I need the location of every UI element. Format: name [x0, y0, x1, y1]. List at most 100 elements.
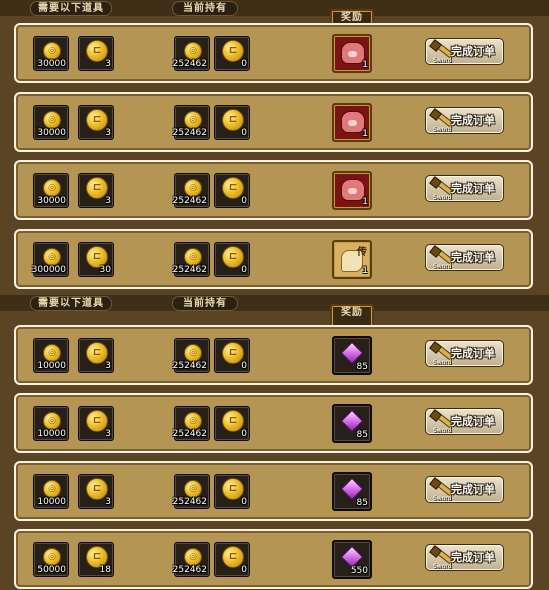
required-token-slot: ㄷ3 — [78, 338, 114, 373]
owned-gold-count: 252462 — [172, 429, 207, 439]
required-token-count: 3 — [105, 196, 111, 206]
button-sub-label: Sword — [433, 57, 452, 64]
gold-coin-icon: ◎ — [43, 412, 61, 430]
owned-gold-slot: ◎ 252462 — [173, 338, 210, 373]
required-gold-slot: ◎ 50000 — [33, 542, 69, 577]
owned-gold-slot: ◎ 252462 — [173, 542, 210, 577]
required-gold-slot: ◎ 30000 — [33, 36, 69, 71]
reward-slot[interactable]: 85 — [332, 336, 372, 375]
reward-slot[interactable]: 传1 — [332, 240, 372, 279]
required-gold-slot: ◎ 10000 — [33, 474, 69, 509]
required-token-count: 3 — [105, 361, 111, 371]
reward-count: 1 — [362, 266, 368, 276]
button-sub-label: Sword — [433, 359, 452, 366]
order-row: ◎ 50000 ㄷ 18 ◎ 252462 ㄷ0 550 完成订单 Sword — [14, 529, 533, 589]
button-sub-label: Sword — [433, 495, 452, 502]
reward-slot[interactable]: 1 — [332, 171, 372, 210]
gold-coin-icon: ◎ — [43, 548, 61, 566]
reward-slot[interactable]: 550 — [332, 540, 372, 579]
owned-token-slot: ㄷ0 — [214, 105, 250, 140]
owned-token-count: 0 — [241, 128, 247, 138]
header-owned-items: 当前持有 — [172, 296, 238, 311]
owned-token-slot: ㄷ0 — [214, 338, 250, 373]
complete-order-label: 完成订单 — [451, 347, 495, 360]
gold-coin-icon: ◎ — [43, 248, 61, 266]
order-row: ◎ 30000 ㄷ3 ◎ 252462 ㄷ0 1 完成订单 Sword — [14, 160, 533, 220]
required-token-slot: ㄷ3 — [78, 36, 114, 71]
required-token-slot: ㄷ 30 — [78, 242, 114, 277]
required-token-slot: ㄷ 18 — [78, 542, 114, 577]
gold-coin-icon: ◎ — [184, 111, 202, 129]
complete-order-label: 完成订单 — [451, 182, 495, 195]
required-gold-count: 10000 — [37, 361, 66, 371]
reward-count: 1 — [362, 197, 368, 207]
header-required-items: 需要以下道具 — [30, 1, 112, 16]
reward-count: 85 — [356, 430, 368, 440]
owned-gold-slot: ◎ 252462 — [172, 242, 210, 277]
required-gold-count: 30000 — [37, 59, 66, 69]
complete-order-button[interactable]: 完成订单 Sword — [425, 175, 504, 202]
owned-gold-slot: ◎ 252462 — [172, 173, 210, 208]
order-row: ◎ 30000 ㄷ3 ◎ 252462 ㄷ0 1 完成订单 Sword — [14, 92, 533, 152]
button-sub-label: Sword — [433, 263, 452, 270]
complete-order-button[interactable]: 完成订单 Sword — [425, 244, 504, 271]
complete-order-label: 完成订单 — [451, 415, 495, 428]
owned-gold-count: 252462 — [172, 265, 207, 275]
gold-coin-icon: ◎ — [184, 548, 202, 566]
order-row: ◎ 30000 ㄷ3 ◎ 252462 ㄷ0 1 完成订单 Sword — [14, 23, 533, 83]
button-sub-label: Sword — [433, 427, 452, 434]
complete-order-button[interactable]: 完成订单 Sword — [425, 38, 504, 65]
owned-token-count: 0 — [241, 429, 247, 439]
complete-order-button[interactable]: 完成订单 Sword — [425, 408, 504, 435]
order-row: ◎ 10000 ㄷ3 ◎ 252462 ㄷ0 85 完成订单 Sword — [14, 393, 533, 453]
required-gold-slot: ◎ 30000 — [33, 105, 69, 140]
owned-gold-count: 252462 — [172, 497, 207, 507]
owned-gold-slot: ◎ 252462 — [172, 474, 210, 509]
required-token-slot: ㄷ3 — [78, 105, 114, 140]
complete-order-button[interactable]: 完成订单 Sword — [425, 340, 504, 367]
owned-token-slot: ㄷ0 — [214, 542, 250, 577]
required-gold-count: 50000 — [37, 565, 66, 575]
required-token-count: 3 — [105, 59, 111, 69]
owned-token-slot: ㄷ0 — [214, 36, 250, 71]
header-required-items: 需要以下道具 — [30, 296, 112, 311]
button-sub-label: Sword — [433, 194, 452, 201]
reward-slot[interactable]: 1 — [332, 103, 372, 142]
required-token-count: 3 — [105, 497, 111, 507]
owned-gold-count: 252462 — [172, 196, 207, 206]
reward-slot[interactable]: 85 — [332, 472, 372, 511]
required-token-slot: ㄷ3 — [78, 173, 114, 208]
required-token-count: 30 — [99, 265, 111, 275]
reward-count: 1 — [362, 129, 368, 139]
complete-order-label: 完成订单 — [451, 251, 495, 264]
required-token-count: 3 — [105, 128, 111, 138]
owned-token-count: 0 — [241, 361, 247, 371]
owned-token-count: 0 — [241, 497, 247, 507]
owned-token-count: 0 — [241, 265, 247, 275]
header-owned-items: 当前持有 — [172, 1, 238, 16]
required-token-slot: ㄷ3 — [78, 406, 114, 441]
owned-gold-slot: ◎ 252462 — [172, 406, 210, 441]
order-row: ◎ 10000 ㄷ3 ◎ 252462 ㄷ0 85 完成订单 Sword — [14, 461, 533, 521]
reward-slot[interactable]: 85 — [332, 404, 372, 443]
owned-token-count: 0 — [241, 59, 247, 69]
complete-order-button[interactable]: 完成订单 Sword — [425, 476, 504, 503]
owned-token-slot: ㄷ0 — [214, 474, 250, 509]
gold-coin-icon: ◎ — [184, 248, 202, 266]
reward-slot[interactable]: 1 — [332, 34, 372, 73]
gold-coin-icon: ◎ — [43, 480, 61, 498]
required-gold-slot: ◎ 10000 — [33, 338, 69, 373]
owned-gold-count: 252462 — [172, 128, 207, 138]
owned-token-slot: ㄷ0 — [214, 242, 250, 277]
purple-gem-icon — [340, 341, 364, 365]
owned-token-slot: ㄷ0 — [214, 173, 250, 208]
order-panel-bottom: 需要以下道具 当前持有 奖励 ◎ 10000 ㄷ3 ◎ 252462 ㄷ0 85 完… — [0, 295, 549, 590]
owned-gold-slot: ◎ 252462 — [173, 36, 210, 71]
order-row: ◎ 10000 ㄷ3 ◎ 252462 ㄷ0 85 完成订单 Sword — [14, 325, 533, 385]
required-gold-slot: ◎ 300000 — [32, 242, 69, 277]
complete-order-button[interactable]: 完成订单 Sword — [425, 107, 504, 134]
complete-order-button[interactable]: 完成订单 Sword — [425, 544, 504, 571]
owned-token-slot: ㄷ0 — [214, 406, 250, 441]
required-gold-slot: ◎ 10000 — [33, 406, 69, 441]
reward-count: 550 — [350, 566, 368, 576]
